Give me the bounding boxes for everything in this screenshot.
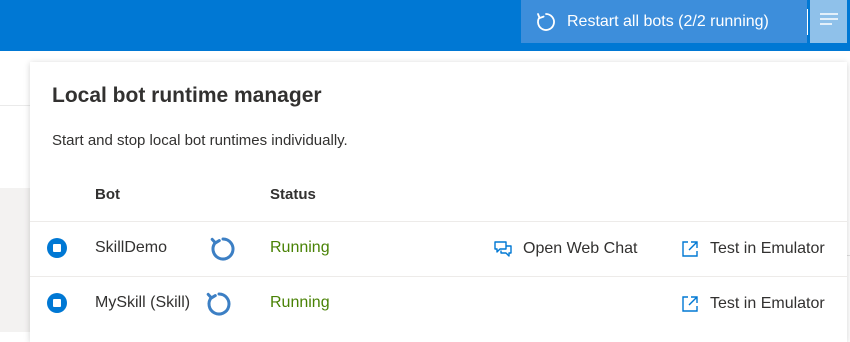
open-external-icon (680, 239, 700, 259)
stop-bot-button[interactable] (47, 238, 67, 258)
table-row: MySkill (Skill) Running Test in Emulator (30, 277, 847, 331)
table-row: SkillDemo Running Open Web Chat Test in … (30, 222, 847, 276)
open-web-chat-link[interactable]: Open Web Chat (493, 239, 637, 259)
background-divider (0, 105, 30, 106)
stop-icon (53, 244, 61, 252)
runtime-manager-menu-button[interactable] (810, 0, 847, 43)
top-bar: Restart all bots (2/2 running) (0, 0, 850, 51)
stop-icon (53, 299, 61, 307)
restart-icon (204, 292, 234, 323)
toolbar-divider (807, 9, 808, 35)
test-in-emulator-link[interactable]: Test in Emulator (680, 239, 825, 259)
panel-subtitle: Start and stop local bot runtimes indivi… (52, 132, 348, 149)
open-web-chat-label: Open Web Chat (523, 240, 638, 257)
test-in-emulator-label: Test in Emulator (710, 240, 825, 257)
restart-bot-button[interactable] (204, 289, 234, 319)
runtime-manager-panel: Local bot runtime manager Start and stop… (30, 62, 847, 342)
test-in-emulator-link[interactable]: Test in Emulator (680, 294, 825, 314)
open-external-icon (680, 294, 700, 314)
status-text: Running (270, 239, 330, 256)
refresh-icon (535, 11, 557, 33)
test-in-emulator-label: Test in Emulator (710, 295, 825, 312)
chat-icon (493, 239, 513, 259)
restart-all-bots-button[interactable]: Restart all bots (2/2 running) (521, 0, 807, 43)
menu-icon (819, 12, 839, 31)
bot-name: MySkill (Skill) (95, 294, 191, 311)
callout-beak (818, 52, 838, 62)
panel-title: Local bot runtime manager (52, 84, 322, 107)
background-gray-area (0, 188, 30, 332)
column-header-bot: Bot (95, 186, 120, 203)
status-text: Running (270, 294, 330, 311)
restart-bot-button[interactable] (208, 234, 238, 264)
restart-icon (208, 237, 238, 268)
bot-name: SkillDemo (95, 239, 168, 256)
restart-all-bots-label: Restart all bots (2/2 running) (567, 12, 769, 30)
column-header-status: Status (270, 186, 316, 203)
stop-bot-button[interactable] (47, 293, 67, 313)
